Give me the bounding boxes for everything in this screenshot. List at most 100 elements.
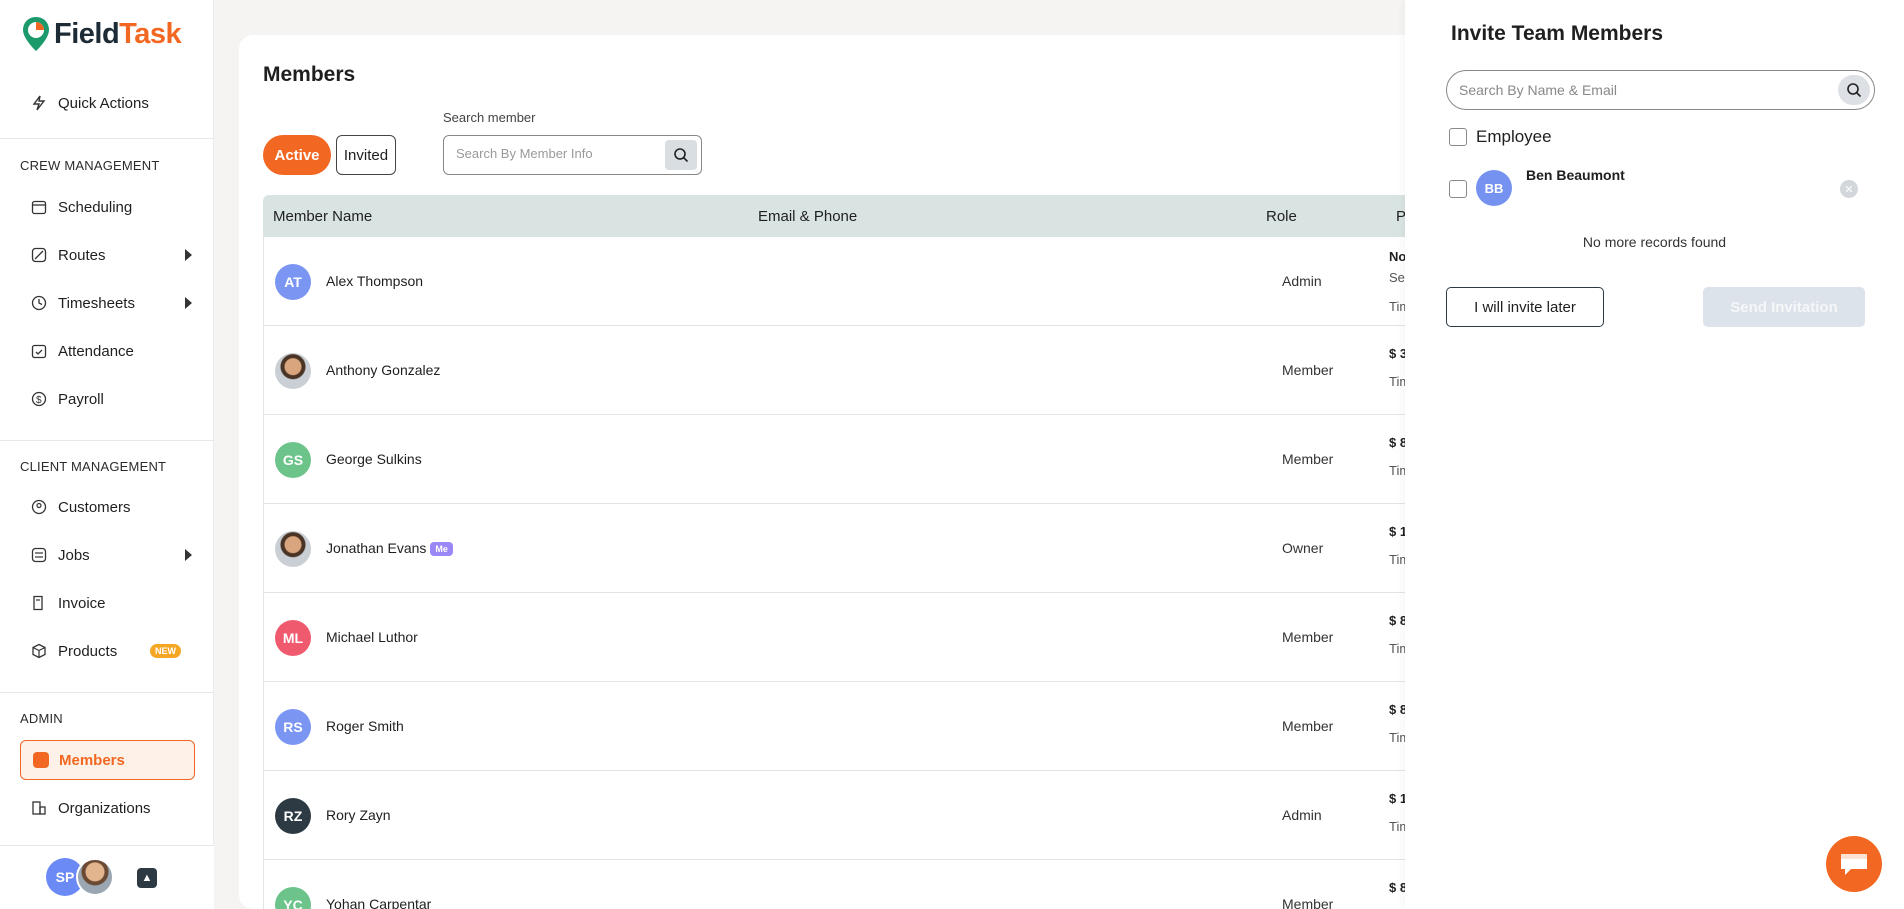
member-role: Member bbox=[1282, 718, 1334, 734]
logo-mark-icon bbox=[23, 17, 49, 51]
sidebar-item-label: Invoice bbox=[58, 594, 106, 612]
chevron-up-icon[interactable]: ▲ bbox=[137, 868, 157, 888]
sidebar-item-quick-actions[interactable]: Quick Actions bbox=[30, 91, 192, 115]
section-title-admin: ADMIN bbox=[20, 711, 63, 726]
member-name: Alex Thompson bbox=[326, 273, 424, 289]
invite-panel-title: Invite Team Members bbox=[1451, 22, 1664, 45]
expand-arrow-icon[interactable] bbox=[185, 297, 192, 309]
search-label: Search member bbox=[443, 110, 536, 125]
sidebar-item-label: Members bbox=[59, 752, 125, 769]
member-avatar: RS bbox=[275, 709, 311, 745]
sidebar-item-label: Products bbox=[58, 642, 118, 660]
member-name: Anthony Gonzalez bbox=[326, 362, 441, 378]
search-icon[interactable] bbox=[1838, 75, 1870, 105]
member-avatar: ML bbox=[275, 620, 311, 656]
member-role: Owner bbox=[1282, 540, 1324, 556]
member-pay: No bbox=[1389, 249, 1407, 264]
sidebar: FieldTask Quick Actions CREW MANAGEMENT … bbox=[0, 0, 214, 909]
customers-icon bbox=[30, 498, 48, 516]
sidebar-item-label: Jobs bbox=[58, 546, 90, 564]
sidebar-item-customers[interactable]: Customers bbox=[30, 495, 192, 519]
calendar-check-icon bbox=[30, 342, 48, 360]
candidate-avatar: BB bbox=[1476, 170, 1512, 206]
box-icon bbox=[30, 642, 48, 660]
member-name: Yohan Carpentar bbox=[326, 896, 432, 909]
sidebar-item-routes[interactable]: Routes bbox=[30, 243, 192, 267]
sidebar-item-label: Scheduling bbox=[58, 198, 133, 216]
sidebar-item-invoice[interactable]: Invoice bbox=[30, 591, 192, 615]
payroll-icon: $ bbox=[30, 390, 48, 408]
page-title: Members bbox=[263, 63, 356, 86]
invite-later-button[interactable]: I will invite later bbox=[1446, 287, 1604, 327]
column-header-name: Member Name bbox=[273, 208, 373, 225]
member-photo-avatar bbox=[275, 531, 311, 567]
sidebar-item-scheduling[interactable]: Scheduling bbox=[30, 195, 192, 219]
member-name: Michael Luthor bbox=[326, 629, 418, 645]
app-name-part2: Task bbox=[119, 17, 182, 50]
employee-group-label: Employee bbox=[1476, 127, 1552, 146]
invite-panel: Invite Team Members Employee BB Ben Beau… bbox=[1405, 0, 1904, 909]
divider bbox=[0, 692, 214, 693]
expand-arrow-icon[interactable] bbox=[185, 249, 192, 261]
sidebar-item-members[interactable]: Members bbox=[20, 740, 195, 780]
section-title-crew: CREW MANAGEMENT bbox=[20, 158, 160, 173]
section-title-client: CLIENT MANAGEMENT bbox=[20, 459, 167, 474]
member-search-input[interactable] bbox=[456, 146, 656, 161]
candidate-checkbox[interactable] bbox=[1449, 180, 1467, 198]
member-name: Jonathan Evans Me bbox=[326, 540, 453, 557]
building-icon bbox=[30, 799, 48, 817]
remove-candidate-icon[interactable]: ✕ bbox=[1840, 180, 1858, 198]
member-role: Member bbox=[1282, 451, 1334, 467]
member-avatar: AT bbox=[275, 264, 311, 300]
calendar-icon bbox=[30, 198, 48, 216]
sidebar-item-attendance[interactable]: Attendance bbox=[30, 339, 192, 363]
member-avatar: YC bbox=[275, 887, 311, 909]
app-logo[interactable]: FieldTask bbox=[22, 16, 182, 52]
me-badge: Me bbox=[430, 542, 453, 557]
new-badge: NEW bbox=[150, 644, 181, 658]
svg-text:$: $ bbox=[36, 395, 42, 406]
sidebar-item-timesheets[interactable]: Timesheets bbox=[30, 291, 192, 315]
route-icon bbox=[30, 246, 48, 264]
sidebar-item-label: Payroll bbox=[58, 390, 104, 408]
candidate-name: Ben Beaumont bbox=[1526, 167, 1625, 183]
invite-search bbox=[1446, 70, 1875, 110]
member-role: Admin bbox=[1282, 273, 1322, 289]
user-photo-avatar[interactable] bbox=[76, 858, 114, 896]
member-role: Admin bbox=[1282, 807, 1322, 823]
member-name: George Sulkins bbox=[326, 451, 422, 467]
app-name-part1: Field bbox=[54, 17, 120, 50]
send-invitation-button[interactable]: Send Invitation bbox=[1703, 287, 1865, 327]
jobs-icon bbox=[30, 546, 48, 564]
sidebar-item-label: Customers bbox=[58, 498, 131, 516]
column-header-role: Role bbox=[1266, 208, 1297, 225]
expand-arrow-icon[interactable] bbox=[185, 549, 192, 561]
invoice-icon bbox=[30, 594, 48, 612]
sidebar-item-organizations[interactable]: Organizations bbox=[30, 796, 192, 820]
tab-invited[interactable]: Invited bbox=[336, 135, 396, 175]
sidebar-item-products[interactable]: Products NEW bbox=[30, 639, 192, 663]
search-icon[interactable] bbox=[665, 140, 697, 170]
member-avatar: RZ bbox=[275, 798, 311, 834]
user-footer: SP ▲ bbox=[0, 845, 214, 909]
clock-icon bbox=[30, 294, 48, 312]
member-photo-avatar bbox=[275, 353, 311, 389]
sidebar-item-payroll[interactable]: $ Payroll bbox=[30, 387, 192, 411]
app-name: FieldTask bbox=[54, 17, 182, 51]
invite-search-input[interactable] bbox=[1459, 82, 1819, 98]
member-name-text: Jonathan Evans bbox=[326, 540, 427, 556]
sidebar-item-jobs[interactable]: Jobs bbox=[30, 543, 192, 567]
member-name: Roger Smith bbox=[326, 718, 404, 734]
member-role: Member bbox=[1282, 629, 1334, 645]
member-avatar: GS bbox=[275, 442, 311, 478]
tab-active[interactable]: Active bbox=[263, 135, 331, 175]
lightning-icon bbox=[30, 94, 48, 112]
member-role: Member bbox=[1282, 896, 1334, 909]
member-search bbox=[443, 135, 702, 175]
divider bbox=[0, 440, 214, 441]
member-name: Rory Zayn bbox=[326, 807, 391, 823]
divider bbox=[0, 138, 214, 139]
employee-group-checkbox[interactable] bbox=[1449, 128, 1467, 146]
chat-icon[interactable] bbox=[1826, 836, 1882, 892]
sidebar-item-label: Timesheets bbox=[58, 294, 135, 312]
